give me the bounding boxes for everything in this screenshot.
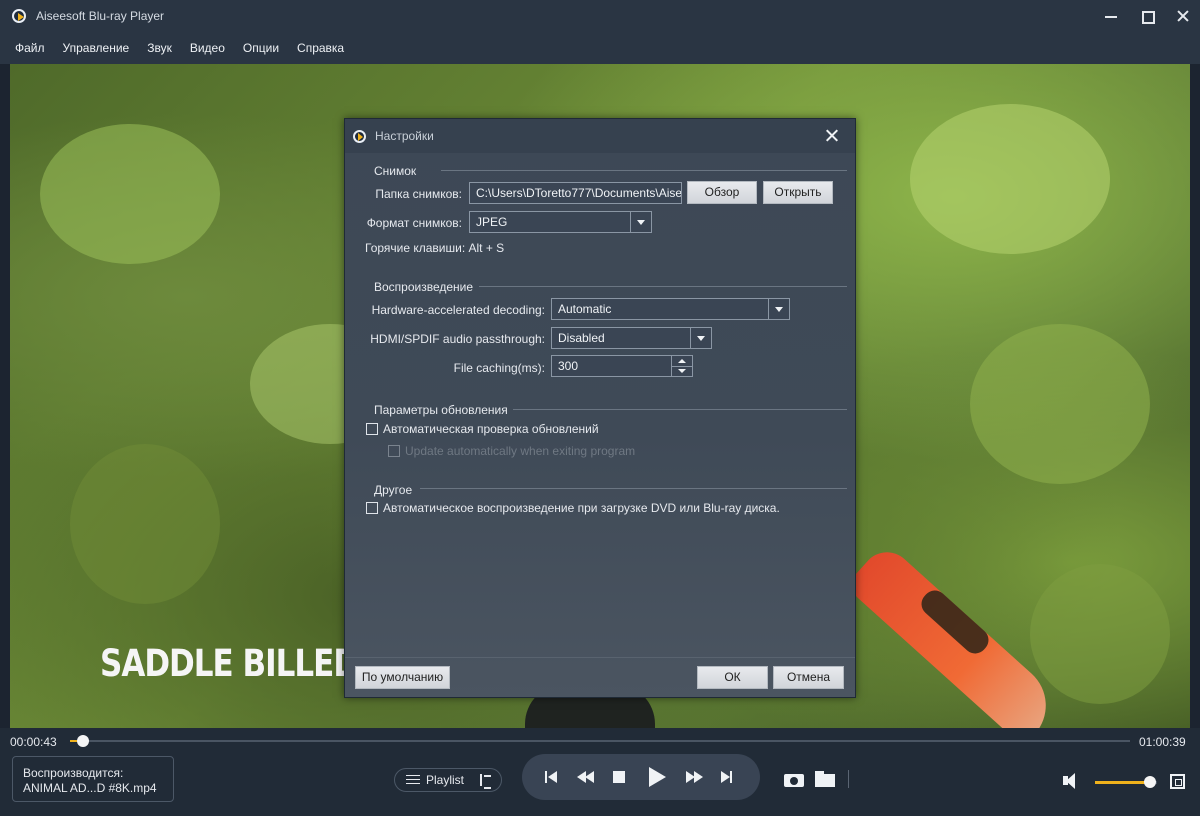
foliage	[970, 324, 1150, 484]
volume-fill	[1095, 781, 1150, 784]
stop-icon[interactable]	[610, 768, 628, 786]
transport-controls	[522, 754, 760, 800]
volume-icon[interactable]	[1063, 773, 1085, 789]
update-on-exit-label: Update automatically when exiting progra…	[405, 444, 636, 458]
player-controls: 00:00:43 01:00:39 Воспроизводится: ANIMA…	[0, 728, 1200, 816]
chevron-down-icon[interactable]	[768, 299, 789, 319]
section-divider	[420, 488, 847, 489]
separator	[848, 770, 849, 788]
dialog-title: Настройки	[375, 129, 434, 143]
cancel-button[interactable]: Отмена	[773, 666, 844, 689]
list-icon	[406, 775, 420, 785]
auto-update-checkbox[interactable]	[366, 423, 378, 435]
playlist-label: Playlist	[426, 773, 465, 787]
dialog-close-icon[interactable]	[826, 129, 839, 142]
section-snapshot-title: Снимок	[374, 164, 417, 178]
now-playing-label: Воспроизводится:	[23, 766, 124, 780]
autoplay-disc-checkbox[interactable]	[366, 502, 378, 514]
chevron-down-icon[interactable]	[690, 328, 711, 348]
volume-handle[interactable]	[1143, 776, 1156, 788]
title-bar: Aiseesoft Blu-ray Player	[0, 0, 1200, 32]
minimize-icon[interactable]	[1104, 9, 1118, 23]
snapshot-format-label: Формат снимков:	[366, 216, 462, 230]
auto-update-label[interactable]: Автоматическая проверка обновлений	[383, 422, 599, 436]
open-folder-button[interactable]: Открыть	[763, 181, 833, 204]
chevron-down-icon[interactable]	[630, 212, 651, 232]
restore-defaults-button[interactable]: По умолчанию	[355, 666, 450, 689]
app-title: Aiseesoft Blu-ray Player	[36, 9, 165, 23]
hw-decoding-select[interactable]: Automatic	[551, 298, 790, 320]
spin-up-icon[interactable]	[672, 356, 692, 366]
volume-slider[interactable]	[1095, 776, 1157, 788]
hdmi-passthrough-value: Disabled	[558, 331, 605, 345]
menu-control[interactable]: Управление	[54, 41, 139, 55]
now-playing-box: Воспроизводится: ANIMAL AD...D #8K.mp4	[12, 756, 174, 802]
foliage	[1030, 564, 1170, 704]
dialog-logo-icon	[353, 129, 366, 143]
play-icon[interactable]	[646, 766, 668, 788]
file-caching-label: File caching(ms):	[453, 361, 545, 375]
section-playback-title: Воспроизведение	[374, 280, 474, 294]
file-caching-stepper[interactable]	[671, 356, 692, 376]
foliage	[40, 124, 220, 264]
settings-dialog: Настройки Снимок Папка снимков: C:\Users…	[344, 118, 856, 698]
snapshot-hotkeys: Горячие клавиши: Alt + S	[365, 241, 505, 255]
hw-decoding-value: Automatic	[558, 302, 612, 316]
elapsed-time: 00:00:43	[10, 735, 57, 749]
file-caching-spinbox[interactable]: 300	[551, 355, 693, 377]
close-icon[interactable]	[1176, 9, 1190, 23]
menu-options[interactable]: Опции	[234, 41, 288, 55]
seek-handle[interactable]	[76, 735, 89, 747]
hw-decoding-label: Hardware-accelerated decoding:	[371, 303, 545, 317]
folder-icon[interactable]	[815, 771, 835, 787]
menu-file[interactable]: Файл	[6, 41, 54, 55]
maximize-icon[interactable]	[1140, 9, 1155, 24]
app-logo-icon	[12, 9, 26, 23]
window-controls	[1104, 0, 1190, 32]
menu-audio[interactable]: Звук	[138, 41, 181, 55]
fast-forward-icon[interactable]	[685, 768, 703, 786]
ok-button[interactable]: ОК	[697, 666, 768, 689]
snapshot-format-select[interactable]: JPEG	[469, 211, 652, 233]
autoplay-disc-label[interactable]: Автоматическое воспроизведение при загру…	[383, 501, 780, 515]
footer-divider	[345, 657, 855, 658]
section-divider	[513, 409, 847, 410]
dialog-title-bar: Настройки	[345, 119, 855, 153]
fullscreen-icon[interactable]	[1170, 774, 1185, 789]
rewind-icon[interactable]	[577, 768, 595, 786]
camera-icon[interactable]	[784, 772, 804, 787]
total-duration: 01:00:39	[1139, 735, 1186, 749]
hdmi-passthrough-label: HDMI/SPDIF audio passthrough:	[370, 332, 545, 346]
menu-video[interactable]: Видео	[181, 41, 234, 55]
file-caching-value: 300	[558, 359, 579, 373]
sort-icon[interactable]	[478, 774, 492, 789]
update-on-exit-checkbox	[388, 445, 400, 457]
menu-help[interactable]: Справка	[288, 41, 353, 55]
browse-button[interactable]: Обзор	[687, 181, 757, 204]
previous-icon[interactable]	[542, 768, 560, 786]
spin-down-icon[interactable]	[672, 366, 692, 376]
foliage	[910, 104, 1110, 254]
menu-bar: Файл Управление Звук Видео Опции Справка	[0, 32, 1200, 64]
snapshot-folder-input[interactable]: C:\Users\DToretto777\Documents\Aiseesoft…	[469, 182, 682, 204]
next-icon[interactable]	[718, 768, 736, 786]
foliage	[70, 444, 220, 604]
section-update-title: Параметры обновления	[374, 403, 508, 417]
snapshot-folder-label: Папка снимков:	[375, 187, 462, 201]
section-divider	[441, 170, 847, 171]
snapshot-format-value: JPEG	[476, 215, 508, 229]
now-playing-file: ANIMAL AD...D #8K.mp4	[23, 781, 157, 795]
playlist-button[interactable]: Playlist	[394, 768, 502, 792]
hdmi-passthrough-select[interactable]: Disabled	[551, 327, 712, 349]
section-other-title: Другое	[374, 483, 413, 497]
seek-bar[interactable]	[70, 735, 1130, 747]
section-divider	[479, 286, 847, 287]
